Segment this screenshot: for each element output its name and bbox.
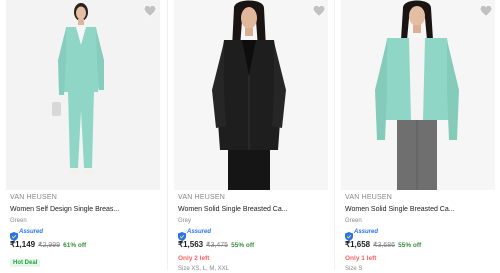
- shield-icon: [345, 228, 353, 241]
- discount-percent: 61% off: [63, 242, 87, 249]
- assured-badge: Assured: [178, 227, 330, 241]
- hot-deal-badge: Hot Deal: [10, 259, 41, 267]
- price-row: ₹1,149 ₹2,999 61% off: [10, 239, 162, 251]
- product-brand: VAN HEUSEN: [10, 194, 57, 201]
- product-info: VAN HEUSEN Women Self Design Single Brea…: [10, 193, 162, 269]
- original-price: ₹3,686: [373, 242, 396, 249]
- original-price: ₹2,999: [38, 242, 61, 249]
- selling-price: ₹1,149: [10, 240, 36, 249]
- price-row: ₹1,563 ₹3,475 55% off: [178, 239, 330, 251]
- wishlist-heart-icon[interactable]: [479, 4, 493, 18]
- shield-icon: [178, 228, 186, 241]
- product-color: Green: [10, 218, 27, 224]
- product-color: Grey: [178, 218, 192, 224]
- stock-status: Only 2 left: [178, 255, 210, 262]
- product-brand: VAN HEUSEN: [345, 194, 392, 201]
- wishlist-heart-icon[interactable]: [143, 4, 157, 18]
- product-grid: VAN HEUSEN Women Self Design Single Brea…: [0, 0, 500, 273]
- product-card[interactable]: VAN HEUSEN Women Solid Single Breasted C…: [167, 0, 334, 273]
- wishlist-heart-icon[interactable]: [312, 4, 326, 18]
- product-image[interactable]: [341, 0, 495, 190]
- product-brand: VAN HEUSEN: [178, 194, 225, 201]
- product-image[interactable]: [174, 0, 328, 190]
- assured-badge: Assured: [10, 227, 162, 241]
- product-title[interactable]: Women Solid Single Breasted Ca...: [178, 205, 330, 215]
- assured-label: Assured: [354, 229, 379, 235]
- price-row: ₹1,658 ₹3,686 55% off: [345, 239, 497, 251]
- selling-price: ₹1,563: [178, 240, 204, 249]
- shield-icon: [10, 228, 18, 241]
- product-info: VAN HEUSEN Women Solid Single Breasted C…: [178, 193, 330, 273]
- discount-percent: 55% off: [231, 242, 255, 249]
- size-availability: Size S: [345, 266, 363, 272]
- assured-label: Assured: [19, 229, 44, 235]
- product-card[interactable]: VAN HEUSEN Women Self Design Single Brea…: [0, 0, 166, 270]
- product-color: Green: [345, 218, 362, 224]
- product-image[interactable]: [6, 0, 160, 190]
- assured-badge: Assured: [345, 227, 497, 241]
- original-price: ₹3,475: [206, 242, 229, 249]
- stock-status: Only 1 left: [345, 255, 377, 262]
- size-availability: Size XS, L, M, XXL: [178, 266, 230, 272]
- assured-label: Assured: [187, 229, 212, 235]
- discount-percent: 55% off: [398, 242, 422, 249]
- product-card[interactable]: VAN HEUSEN Women Solid Single Breasted C…: [334, 0, 500, 273]
- selling-price: ₹1,658: [345, 240, 371, 249]
- product-title[interactable]: Women Solid Single Breasted Ca...: [345, 205, 497, 215]
- product-info: VAN HEUSEN Women Solid Single Breasted C…: [345, 193, 497, 273]
- product-title[interactable]: Women Self Design Single Breas...: [10, 205, 162, 215]
